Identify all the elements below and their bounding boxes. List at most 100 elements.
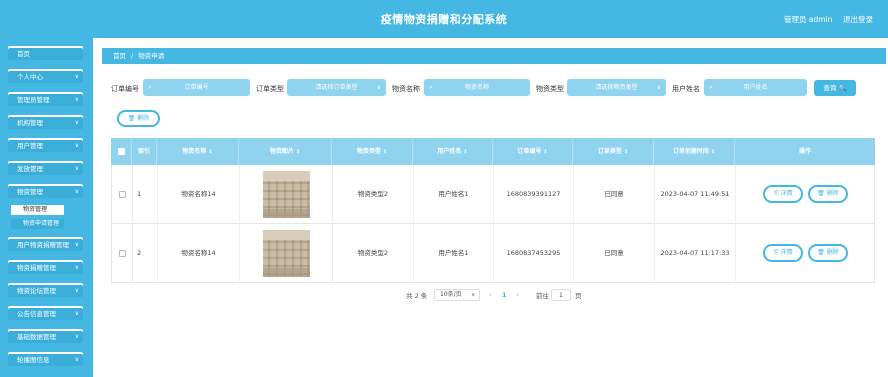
chevron-down-icon: ∨ — [74, 241, 79, 248]
logout-link[interactable]: 退出登录 — [843, 14, 873, 25]
row-created-time: 2023-04-07 11:49:51 — [655, 165, 736, 224]
sidebar-subitem-goods-apply[interactable]: 物资申请管理 — [11, 219, 64, 229]
row-goods-image-cell — [240, 165, 333, 224]
row-goods-name: 物资名称14 — [158, 224, 240, 283]
batch-delete-button[interactable]: 🗑 删除 — [117, 110, 160, 127]
search-icon: ⌕ — [709, 83, 713, 91]
chevron-down-icon: ∨ — [74, 96, 79, 103]
goto-label: 前往 — [536, 292, 549, 300]
header-label: 物资图片 — [269, 148, 294, 155]
sidebar-item-forum[interactable]: 物资论坛管理 ∨ — [8, 285, 83, 297]
sidebar-item-basedata[interactable]: 基础数据管理 ∨ — [8, 331, 83, 343]
header-created-time[interactable]: 订单创建时间 ⇕ — [654, 138, 735, 165]
order-no-input[interactable]: ⌕ 订单编号 — [143, 79, 250, 96]
row-goods-type: 物资类型2 — [333, 224, 414, 283]
sidebar-item-notice[interactable]: 公告信息管理 ∨ — [8, 308, 83, 320]
pagination-total: 共 2 条 — [406, 292, 428, 300]
detail-button[interactable]: 🗎 详情 — [763, 185, 803, 203]
order-type-select[interactable]: 请选择订单类型 ∨ — [287, 79, 386, 96]
sort-icon: ⇕ — [623, 149, 629, 155]
top-header: 疫情物资捐赠和分配系统 管理员 admin 退出登录 — [0, 0, 888, 38]
row-user-name: 用户姓名1 — [414, 224, 494, 283]
row-checkbox[interactable] — [119, 250, 126, 257]
sidebar-item-user-donation[interactable]: 用户物资捐赠管理 ∨ — [8, 239, 83, 251]
header-label: 订单创建时间 — [672, 148, 709, 155]
order-type-label: 订单类型 — [256, 85, 284, 93]
header-user-name[interactable]: 用户姓名 ⇕ — [413, 138, 493, 165]
delete-button[interactable]: 🗑 删除 — [808, 185, 848, 203]
sidebar-item-label: 物资论坛管理 — [17, 287, 56, 295]
user-name-input[interactable]: ⌕ 用户姓名 — [704, 79, 807, 96]
header-order-no[interactable]: 订单编号 ⇕ — [493, 138, 573, 165]
user-name-label: 用户姓名 — [672, 85, 700, 93]
row-checkbox[interactable] — [119, 191, 126, 198]
sidebar-item-admin[interactable]: 管理员管理 ∨ — [8, 94, 83, 106]
search-button[interactable]: 查询 🔍 — [814, 80, 856, 96]
current-user[interactable]: 管理员 admin — [784, 14, 832, 25]
goods-type-select[interactable]: 请选择物资类型 ∨ — [567, 79, 666, 96]
chevron-down-icon: ∨ — [376, 84, 381, 91]
chevron-down-icon: ∨ — [74, 165, 79, 172]
goods-image — [263, 230, 310, 277]
sidebar-subitem-goods[interactable]: 物资管理 — [11, 205, 64, 215]
header-goods-name[interactable]: 物资名称 ⇕ — [157, 138, 239, 165]
goods-name-label: 物资名称 — [392, 85, 420, 93]
breadcrumb-current: 物资申请 — [138, 52, 165, 60]
next-page-icon[interactable]: › — [516, 289, 519, 301]
goods-type-placeholder: 请选择物资类型 — [595, 84, 638, 91]
prev-page-icon[interactable]: ‹ — [489, 289, 492, 301]
chevron-down-icon: ∨ — [74, 73, 79, 80]
sidebar-item-label: 管理员管理 — [17, 96, 50, 104]
breadcrumb: 首页 / 物资申请 — [102, 48, 886, 64]
row-order-type: 已同意 — [574, 165, 655, 224]
sidebar-item-org[interactable]: 机构管理 ∨ — [8, 117, 83, 129]
row-order-type: 已同意 — [574, 224, 655, 283]
page-size-select[interactable]: 10条/页 ∨ — [434, 289, 480, 301]
sidebar-item-carousel[interactable]: 轮播图信息 ∨ — [8, 354, 83, 366]
order-no-label: 订单编号 — [111, 85, 139, 93]
goto-page-input[interactable]: 1 — [551, 289, 571, 301]
breadcrumb-home[interactable]: 首页 — [113, 52, 126, 60]
goto-suffix: 页 — [575, 292, 582, 300]
sidebar-item-label: 发放管理 — [17, 165, 43, 173]
page-number-current[interactable]: 1 — [502, 289, 507, 301]
sidebar-item-users[interactable]: 用户管理 ∨ — [8, 140, 83, 152]
detail-button[interactable]: 🗎 详情 — [763, 244, 803, 262]
chevron-down-icon: ∨ — [74, 119, 79, 126]
row-user-name: 用户姓名1 — [414, 165, 494, 224]
chevron-down-icon: ∨ — [656, 84, 661, 91]
chevron-down-icon: ∨ — [74, 142, 79, 149]
sidebar-item-label: 用户物资捐赠管理 — [17, 241, 69, 249]
header-label: 订单编号 — [517, 148, 542, 155]
select-all-checkbox[interactable] — [118, 148, 125, 155]
row-index: 1 — [133, 165, 158, 224]
chevron-down-icon: ∨ — [74, 287, 79, 294]
header-order-type[interactable]: 订单类型 ⇕ — [573, 138, 654, 165]
row-order-no: 1680837453295 — [494, 224, 574, 283]
header-goods-image[interactable]: 物资图片 ⇕ — [239, 138, 332, 165]
delete-button[interactable]: 🗑 删除 — [808, 244, 848, 262]
sidebar-item-home[interactable]: 首页 — [8, 48, 83, 60]
order-type-placeholder: 请选择订单类型 — [315, 84, 358, 91]
sidebar-item-profile[interactable]: 个人中心 ∨ — [8, 71, 83, 83]
app-title: 疫情物资捐赠和分配系统 — [380, 13, 508, 26]
search-icon: ⌕ — [148, 83, 152, 91]
sort-icon: ⇕ — [295, 149, 301, 155]
header-goods-type[interactable]: 物资类型 ⇕ — [332, 138, 413, 165]
header-select-all[interactable] — [111, 138, 132, 165]
sidebar-item-label: 首页 — [17, 50, 30, 58]
row-actions: 🗎 详情 🗑 删除 — [736, 224, 876, 283]
sidebar-item-donation[interactable]: 物资捐赠管理 ∨ — [8, 262, 83, 274]
header-label: 物资名称 — [182, 148, 207, 155]
sidebar-item-label: 机构管理 — [17, 119, 43, 127]
row-goods-type: 物资类型2 — [333, 165, 414, 224]
chevron-down-icon: ∨ — [74, 264, 79, 271]
table-row: 2 物资名称14 物资类型2 用户姓名1 1680837453295 已同意 2… — [111, 224, 875, 283]
goods-name-input[interactable]: ⌕ 物资名称 — [424, 79, 530, 96]
sidebar-item-goods[interactable]: 物资管理 ∨ — [8, 186, 83, 198]
header-label: 物资类型 — [356, 148, 381, 155]
order-no-placeholder: 订单编号 — [184, 84, 209, 91]
sort-icon: ⇕ — [382, 149, 388, 155]
user-name-placeholder: 用户姓名 — [743, 84, 768, 91]
sidebar-item-distribution[interactable]: 发放管理 ∨ — [8, 163, 83, 175]
